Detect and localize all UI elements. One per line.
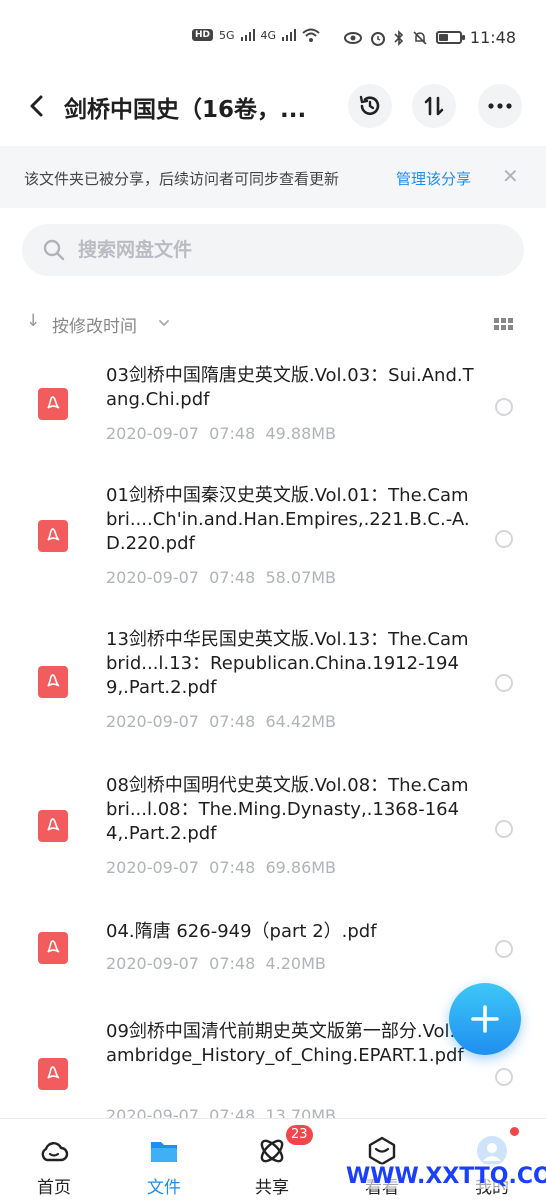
chevron-left-icon	[30, 95, 43, 117]
pdf-file-icon	[38, 932, 68, 964]
file-name: 13剑桥中华民国史英文版.Vol.13：The.Cambrid...l.13：R…	[106, 629, 469, 698]
share-count-badge: 23	[286, 1125, 313, 1145]
alarm-icon	[370, 31, 385, 46]
file-name: 03剑桥中国隋唐史英文版.Vol.03：Sui.And.Tang.Chi.pdf	[106, 365, 474, 410]
clock: 11:48	[469, 28, 516, 47]
sort-button[interactable]	[412, 84, 456, 128]
header: 剑桥中国史（16卷，...	[0, 80, 546, 146]
tab-files[interactable]: 文件	[124, 1135, 204, 1199]
history-icon	[359, 95, 380, 115]
file-meta: 2020-09-07 07:48 69.86MB	[106, 858, 336, 877]
file-size: 64.42MB	[265, 712, 337, 731]
battery-level	[438, 34, 448, 41]
add-button[interactable]	[449, 983, 521, 1055]
status-bar: HD 5G 4G 11:48	[0, 0, 546, 80]
tab-label: 共享	[255, 1178, 289, 1198]
folder-icon	[151, 1142, 177, 1162]
pdf-file-icon	[38, 520, 68, 552]
more-dots-icon	[488, 103, 512, 109]
atom-icon	[260, 1139, 284, 1163]
file-item[interactable]: 08剑桥中国明代史英文版.Vol.08：The.Cambri...l.08：Th…	[0, 774, 546, 908]
bluetooth-icon	[394, 29, 404, 46]
file-name: 09剑桥中国清代前期史英文版第一部分.Vol....ambridge_Histo…	[106, 1021, 473, 1066]
eye-icon	[343, 31, 362, 44]
tab-home[interactable]: 首页	[14, 1135, 94, 1199]
back-button[interactable]	[18, 88, 54, 124]
file-size: 49.88MB	[265, 424, 337, 443]
close-icon[interactable]: ✕	[502, 164, 519, 188]
search-input[interactable]	[78, 236, 498, 264]
file-meta: 2020-09-07 07:48 49.88MB	[106, 424, 336, 443]
search-bar[interactable]	[22, 224, 524, 276]
signal-4g-label: 4G	[260, 28, 277, 42]
file-date: 2020-09-07 07:48	[106, 954, 256, 973]
file-date: 2020-09-07 07:48	[106, 568, 256, 587]
file-size: 69.86MB	[265, 858, 337, 877]
file-name: 08剑桥中国明代史英文版.Vol.08：The.Cambri...l.08：Th…	[106, 775, 469, 844]
select-radio[interactable]	[495, 820, 513, 838]
file-meta: 2020-09-07 07:48 64.42MB	[106, 712, 336, 731]
file-name: 04.隋唐 626-949（part 2）.pdf	[106, 921, 377, 942]
file-meta: 2020-09-07 07:48 58.07MB	[106, 568, 336, 587]
arrow-down-icon: ↓	[26, 311, 41, 331]
app-screen: HD 5G 4G 11:48 剑桥中国史（16卷，... 该文件夹已被分享，后续…	[0, 0, 546, 1200]
select-radio[interactable]	[495, 1068, 513, 1086]
file-date: 2020-09-07 07:48	[106, 858, 256, 877]
select-radio[interactable]	[495, 398, 513, 416]
pdf-file-icon	[38, 810, 68, 842]
cloud-icon	[41, 1142, 69, 1162]
file-size: 13.70MB	[265, 1106, 337, 1118]
more-button[interactable]	[478, 84, 522, 128]
file-meta: 2020-09-07 07:48 13.70MB	[106, 1106, 336, 1118]
signal-icon	[240, 29, 255, 41]
file-date: 2020-09-07 07:48	[106, 424, 256, 443]
chevron-down-icon[interactable]	[158, 318, 170, 328]
sort-arrows-icon	[424, 96, 444, 116]
file-date: 2020-09-07 07:48	[106, 712, 256, 731]
system-indicators: 11:48	[343, 28, 516, 47]
hd-badge: HD	[192, 29, 214, 41]
select-radio[interactable]	[495, 674, 513, 692]
grid-view-icon[interactable]	[494, 318, 514, 332]
file-item[interactable]: 13剑桥中华民国史英文版.Vol.13：The.Cambrid...l.13：R…	[0, 628, 546, 762]
page-title: 剑桥中国史（16卷，...	[64, 97, 307, 123]
signal-5g-label: 5G	[219, 28, 235, 42]
file-size: 4.20MB	[265, 954, 326, 973]
wifi-icon	[302, 28, 320, 42]
file-date: 2020-09-07 07:48	[106, 1106, 256, 1118]
avatar-icon	[477, 1136, 507, 1166]
pdf-file-icon	[38, 666, 68, 698]
network-indicators: HD 5G 4G	[192, 28, 320, 42]
file-item[interactable]: 03剑桥中国隋唐史英文版.Vol.03：Sui.And.Tang.Chi.pdf…	[0, 364, 546, 474]
share-message: 该文件夹已被分享，后续访问者可同步查看更新	[24, 170, 340, 188]
mute-icon	[413, 30, 427, 45]
sort-bar: ↓ 按修改时间	[0, 308, 546, 342]
file-name: 01剑桥中国秦汉史英文版.Vol.01：The.Cambri....Ch'in.…	[106, 485, 470, 554]
battery-icon	[435, 31, 465, 44]
pdf-file-icon	[38, 1058, 68, 1090]
file-meta: 2020-09-07 07:48 4.20MB	[106, 954, 326, 973]
pdf-file-icon	[38, 388, 68, 420]
select-radio[interactable]	[495, 530, 513, 548]
share-banner: 该文件夹已被分享，后续访问者可同步查看更新 管理该分享 ✕	[0, 146, 546, 208]
file-size: 58.07MB	[265, 568, 337, 587]
tab-label: 文件	[147, 1178, 181, 1198]
select-radio[interactable]	[495, 940, 513, 958]
search-icon	[43, 239, 65, 261]
notification-dot	[510, 1127, 519, 1136]
history-button[interactable]	[348, 84, 392, 128]
plus-icon	[471, 1005, 499, 1033]
watermark: WWW.XXTTQ.COM	[346, 1164, 546, 1189]
file-item[interactable]: 01剑桥中国秦汉史英文版.Vol.01：The.Cambri....Ch'in.…	[0, 484, 546, 618]
tab-label: 首页	[37, 1178, 71, 1198]
cube-icon	[368, 1136, 396, 1166]
sort-dropdown[interactable]: 按修改时间	[52, 312, 137, 337]
manage-share-link[interactable]: 管理该分享	[396, 168, 471, 189]
signal-icon-2	[282, 29, 297, 41]
